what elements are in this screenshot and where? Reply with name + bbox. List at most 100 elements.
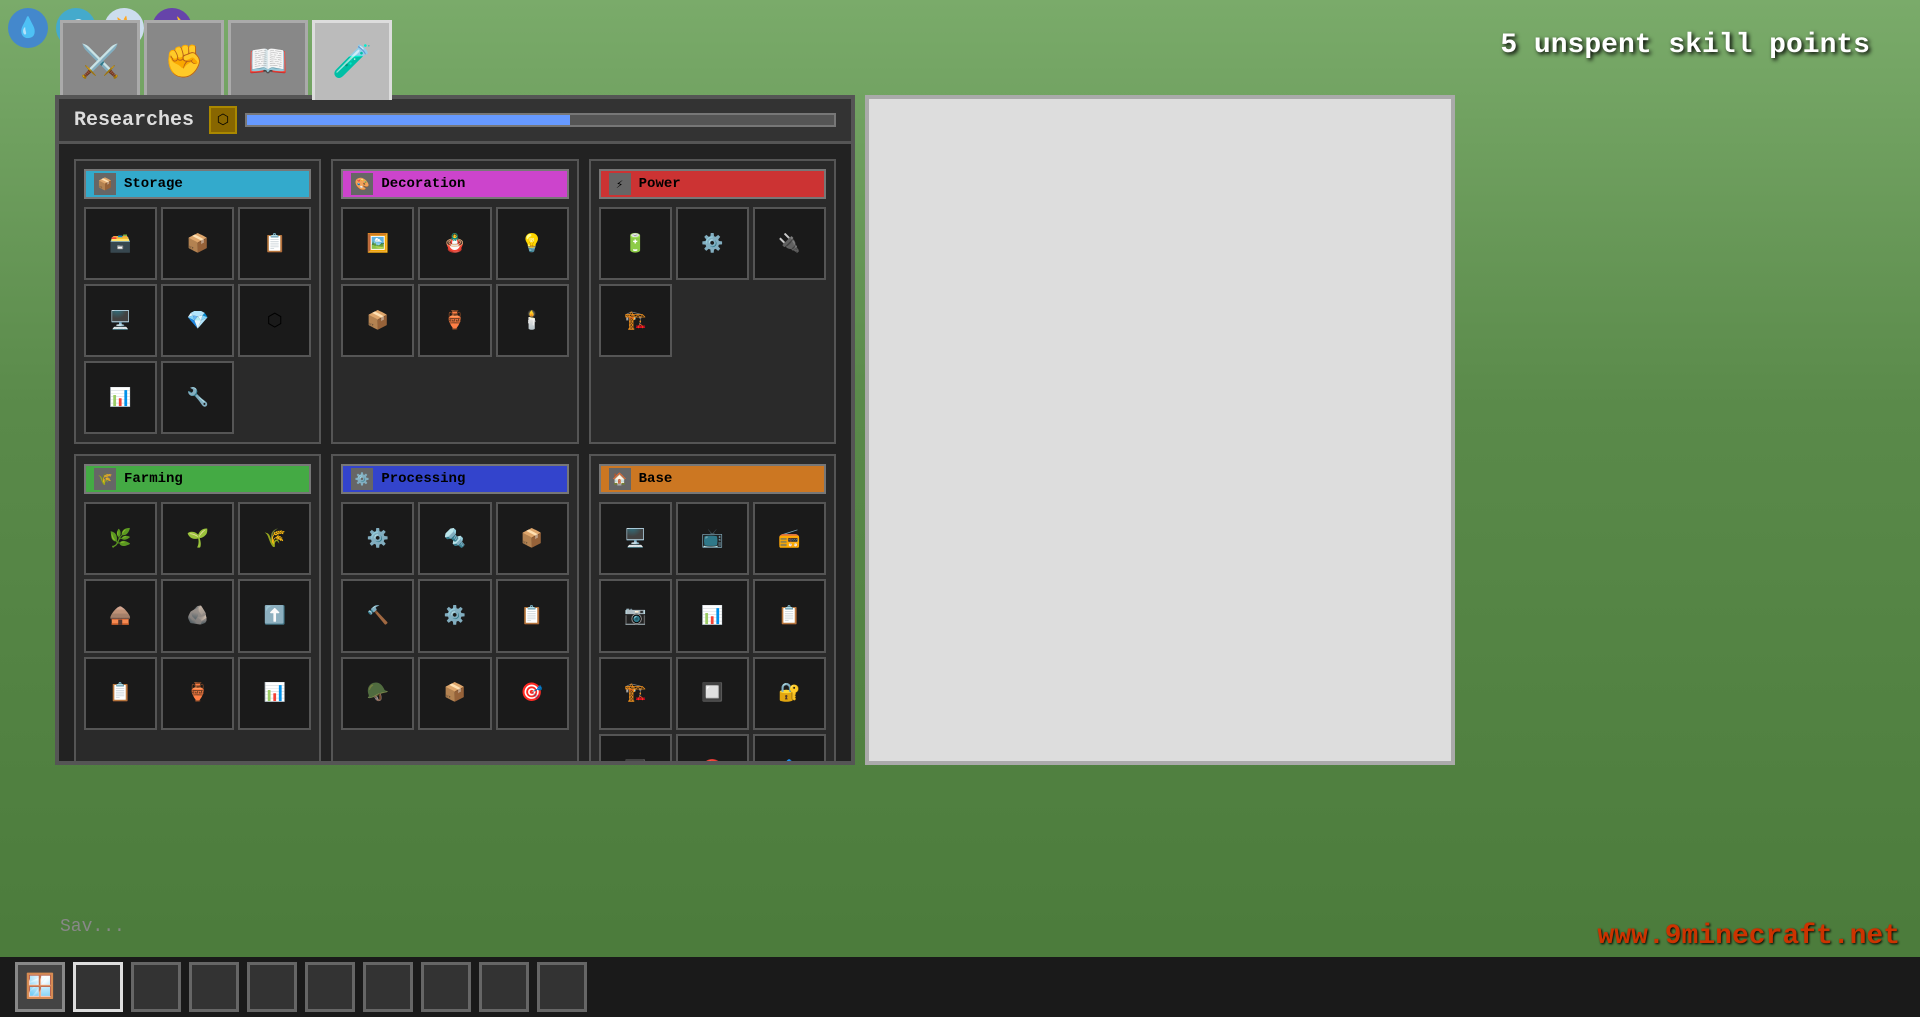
research-item[interactable]: 📊 <box>676 579 749 652</box>
storage-section-icon: 📦 <box>94 173 116 195</box>
research-item[interactable]: 🔋 <box>599 207 672 280</box>
combat-icon: ⚔️ <box>80 42 120 82</box>
research-item[interactable]: 📷 <box>599 579 672 652</box>
section-title-power: Power <box>639 176 681 192</box>
research-item[interactable]: 🪆 <box>418 207 491 280</box>
save-text: Sav... <box>60 917 125 937</box>
research-item[interactable]: 🪨 <box>161 579 234 652</box>
right-panel <box>865 95 1455 765</box>
section-header-farming: 🌾 Farming <box>84 464 311 494</box>
section-processing: ⚙️ Processing ⚙️ 🔩 📦 🔨 ⚙️ 📋 🪖 📦 🎯 <box>331 454 578 761</box>
research-item[interactable]: ⬆️ <box>238 579 311 652</box>
hotbar-slot-3[interactable] <box>247 962 297 1012</box>
research-item-empty <box>238 361 311 434</box>
tab-skills[interactable]: ✊ <box>144 20 224 100</box>
research-item[interactable]: 📦 <box>418 657 491 730</box>
decoration-items: 🖼️ 🪆 💡 📦 🏺 🕯️ <box>341 207 568 357</box>
watermark: www.9minecraft.net <box>1598 921 1900 952</box>
research-item[interactable]: 🔌 <box>753 207 826 280</box>
tab-book[interactable]: 📖 <box>228 20 308 100</box>
research-item[interactable]: 📦 <box>161 207 234 280</box>
xp-bar <box>245 113 836 127</box>
section-header-base: 🏠 Base <box>599 464 826 494</box>
potions-icon: 🧪 <box>332 42 372 82</box>
section-title-base: Base <box>639 471 673 487</box>
book-icon: 📖 <box>248 42 288 82</box>
research-item[interactable]: 🏗️ <box>599 284 672 357</box>
research-item[interactable]: 🌿 <box>84 502 157 575</box>
research-item[interactable]: 🔐 <box>753 657 826 730</box>
research-area: 📦 Storage 🗃️ 📦 📋 🖥️ 💎 ⬡ 📊 🔧 🎨 Decoration <box>59 144 851 761</box>
hotbar-slot-5[interactable] <box>363 962 413 1012</box>
hotbar-slot-6[interactable] <box>421 962 471 1012</box>
hotbar-slot-0[interactable] <box>73 962 123 1012</box>
research-item[interactable]: 🏺 <box>161 657 234 730</box>
research-item[interactable]: 🔴 <box>676 734 749 761</box>
xp-icon: ⬡ <box>209 106 237 134</box>
research-item[interactable]: 📋 <box>238 207 311 280</box>
main-panel: Researches ⬡ 📦 Storage 🗃️ 📦 📋 🖥️ 💎 ⬡ 📊 <box>55 95 855 765</box>
hotbar-slot-1[interactable] <box>131 962 181 1012</box>
research-item[interactable]: 🔲 <box>599 734 672 761</box>
research-item[interactable]: 🔨 <box>341 579 414 652</box>
research-item[interactable]: 🔲 <box>676 657 749 730</box>
research-item[interactable]: 🗃️ <box>84 207 157 280</box>
research-item[interactable]: 📻 <box>753 502 826 575</box>
tab-potions[interactable]: 🧪 <box>312 20 392 100</box>
section-header-decoration: 🎨 Decoration <box>341 169 568 199</box>
hotbar-slot-7[interactable] <box>479 962 529 1012</box>
research-item[interactable]: 🪖 <box>341 657 414 730</box>
farming-items: 🌿 🌱 🌾 🛖 🪨 ⬆️ 📋 🏺 📊 <box>84 502 311 729</box>
research-item[interactable]: 🏗️ <box>599 657 672 730</box>
skill-points-label: 5 unspent skill points <box>1500 30 1870 61</box>
section-base: 🏠 Base 🖥️ 📺 📻 📷 📊 📋 🏗️ 🔲 🔐 🔲 🔴 🔷 <box>589 454 836 761</box>
research-item[interactable]: 🕯️ <box>496 284 569 357</box>
research-item[interactable]: ⚙️ <box>418 579 491 652</box>
research-item[interactable]: ⬡ <box>238 284 311 357</box>
research-item[interactable]: 🌾 <box>238 502 311 575</box>
base-items: 🖥️ 📺 📻 📷 📊 📋 🏗️ 🔲 🔐 🔲 🔴 🔷 <box>599 502 826 761</box>
research-item[interactable]: 📋 <box>496 579 569 652</box>
tab-combat[interactable]: ⚔️ <box>60 20 140 100</box>
research-item-empty <box>753 284 826 357</box>
section-title-decoration: Decoration <box>381 176 465 192</box>
xp-fill <box>247 115 570 125</box>
research-item[interactable]: 📊 <box>84 361 157 434</box>
research-item[interactable]: 🛖 <box>84 579 157 652</box>
bottom-left-icon[interactable]: 🪟 <box>15 962 65 1012</box>
research-item[interactable]: ⚙️ <box>676 207 749 280</box>
research-item[interactable]: 📦 <box>341 284 414 357</box>
processing-section-icon: ⚙️ <box>351 468 373 490</box>
research-item[interactable]: 🔧 <box>161 361 234 434</box>
panel-title: Researches <box>74 109 194 132</box>
research-item[interactable]: ⚙️ <box>341 502 414 575</box>
section-title-farming: Farming <box>124 471 183 487</box>
research-item[interactable]: 🖥️ <box>599 502 672 575</box>
research-item[interactable]: 📺 <box>676 502 749 575</box>
section-header-power: ⚡ Power <box>599 169 826 199</box>
research-item[interactable]: 🔷 <box>753 734 826 761</box>
research-item[interactable]: 💡 <box>496 207 569 280</box>
farming-section-icon: 🌾 <box>94 468 116 490</box>
research-item[interactable]: 📋 <box>84 657 157 730</box>
hotbar-slot-8[interactable] <box>537 962 587 1012</box>
power-items: 🔋 ⚙️ 🔌 🏗️ <box>599 207 826 357</box>
research-item-empty <box>676 284 749 357</box>
research-item[interactable]: 📊 <box>238 657 311 730</box>
research-item[interactable]: 📦 <box>496 502 569 575</box>
section-header-processing: ⚙️ Processing <box>341 464 568 494</box>
research-item[interactable]: 🖥️ <box>84 284 157 357</box>
research-item[interactable]: 🖼️ <box>341 207 414 280</box>
hotbar-slot-4[interactable] <box>305 962 355 1012</box>
storage-items: 🗃️ 📦 📋 🖥️ 💎 ⬡ 📊 🔧 <box>84 207 311 434</box>
section-title-processing: Processing <box>381 471 465 487</box>
research-item[interactable]: 📋 <box>753 579 826 652</box>
research-item[interactable]: 🎯 <box>496 657 569 730</box>
hotbar-slot-2[interactable] <box>189 962 239 1012</box>
research-item[interactable]: 🏺 <box>418 284 491 357</box>
research-item[interactable]: 💎 <box>161 284 234 357</box>
research-item[interactable]: 🌱 <box>161 502 234 575</box>
power-section-icon: ⚡ <box>609 173 631 195</box>
section-power: ⚡ Power 🔋 ⚙️ 🔌 🏗️ <box>589 159 836 444</box>
research-item[interactable]: 🔩 <box>418 502 491 575</box>
